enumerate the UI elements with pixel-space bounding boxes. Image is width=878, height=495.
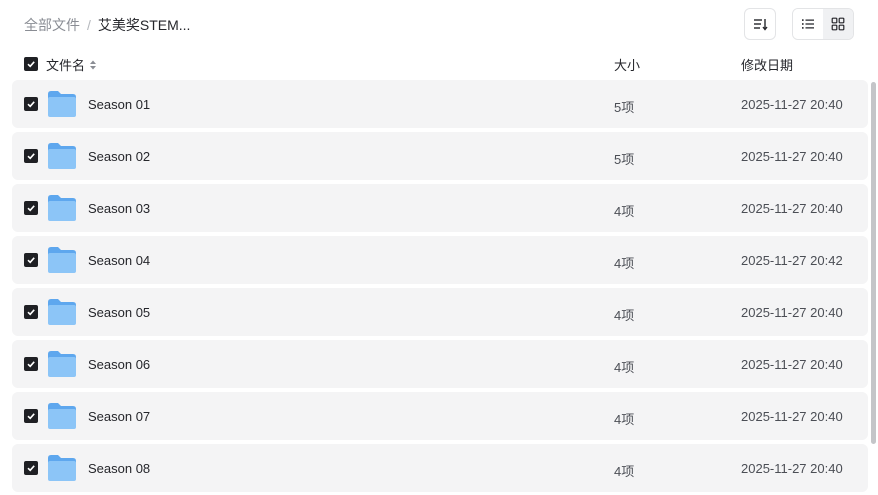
table-header: 文件名 大小 修改日期 xyxy=(0,52,868,76)
row-checkbox[interactable] xyxy=(24,149,38,163)
select-all-checkbox[interactable] xyxy=(24,57,38,71)
file-size: 5项 xyxy=(614,100,635,115)
row-checkbox[interactable] xyxy=(24,201,38,215)
table-row[interactable]: Season 02 5项 2025-11-27 20:40 xyxy=(12,132,868,180)
grid-view-button[interactable] xyxy=(823,9,853,39)
folder-icon xyxy=(48,91,76,117)
file-name: Season 05 xyxy=(88,305,151,320)
checkmark-icon xyxy=(27,309,35,316)
file-name: Season 06 xyxy=(88,357,151,372)
folder-icon xyxy=(48,455,76,481)
file-size: 4项 xyxy=(614,360,635,375)
checkmark-icon xyxy=(27,361,35,368)
file-size: 5项 xyxy=(614,152,635,167)
file-size: 4项 xyxy=(614,464,635,479)
checkmark-icon xyxy=(27,153,35,160)
name-column-label: 文件名 xyxy=(46,58,86,73)
modified-date: 2025-11-27 20:40 xyxy=(741,149,843,164)
checkmark-icon xyxy=(27,413,35,420)
top-bar: 全部文件 / 艾美奖STEM... xyxy=(0,0,878,48)
name-column-header[interactable]: 文件名 xyxy=(46,55,98,74)
list-view-button[interactable] xyxy=(793,9,823,39)
folder-icon xyxy=(48,195,76,221)
checkmark-icon xyxy=(27,257,35,264)
table-row[interactable]: Season 01 5项 2025-11-27 20:40 xyxy=(12,80,868,128)
vertical-scrollbar[interactable] xyxy=(871,82,876,444)
folder-icon xyxy=(48,299,76,325)
view-toggle xyxy=(792,8,854,40)
modified-column-header[interactable]: 修改日期 xyxy=(741,55,793,74)
checkmark-icon xyxy=(27,465,35,472)
modified-date: 2025-11-27 20:40 xyxy=(741,305,843,320)
file-size: 4项 xyxy=(614,204,635,219)
list-view-icon xyxy=(802,19,814,29)
file-list: Season 01 5项 2025-11-27 20:40 Season 02 … xyxy=(12,80,868,495)
modified-date: 2025-11-27 20:40 xyxy=(741,409,843,424)
row-checkbox[interactable] xyxy=(24,409,38,423)
checkmark-icon xyxy=(27,61,35,68)
sort-button[interactable] xyxy=(744,8,776,40)
folder-icon xyxy=(48,143,76,169)
modified-date: 2025-11-27 20:40 xyxy=(741,97,843,112)
file-name: Season 01 xyxy=(88,97,151,112)
folder-icon xyxy=(48,247,76,273)
row-checkbox[interactable] xyxy=(24,305,38,319)
breadcrumb-separator: / xyxy=(87,17,91,33)
breadcrumb: 全部文件 / 艾美奖STEM... xyxy=(24,15,190,35)
row-checkbox[interactable] xyxy=(24,357,38,371)
file-size: 4项 xyxy=(614,412,635,427)
file-size: 4项 xyxy=(614,308,635,323)
file-name: Season 02 xyxy=(88,149,151,164)
folder-icon xyxy=(48,351,76,377)
file-size: 4项 xyxy=(614,256,635,271)
folder-icon xyxy=(48,403,76,429)
file-name: Season 03 xyxy=(88,201,151,216)
size-column-header[interactable]: 大小 xyxy=(614,55,640,74)
sort-icon xyxy=(754,19,768,31)
breadcrumb-current: 艾美奖STEM... xyxy=(97,17,191,33)
table-row[interactable]: Season 08 4项 2025-11-27 20:40 xyxy=(12,444,868,492)
table-row[interactable]: Season 04 4项 2025-11-27 20:42 xyxy=(12,236,868,284)
table-row[interactable]: Season 06 4项 2025-11-27 20:40 xyxy=(12,340,868,388)
checkmark-icon xyxy=(27,101,35,108)
modified-date: 2025-11-27 20:40 xyxy=(741,201,843,216)
file-name: Season 07 xyxy=(88,409,151,424)
table-row[interactable]: Season 05 4项 2025-11-27 20:40 xyxy=(12,288,868,336)
table-row[interactable]: Season 03 4项 2025-11-27 20:40 xyxy=(12,184,868,232)
sort-toggle-icon xyxy=(90,60,97,69)
row-checkbox[interactable] xyxy=(24,461,38,475)
table-row[interactable]: Season 07 4项 2025-11-27 20:40 xyxy=(12,392,868,440)
file-name: Season 08 xyxy=(88,461,151,476)
file-name: Season 04 xyxy=(88,253,151,268)
modified-date: 2025-11-27 20:40 xyxy=(741,357,843,372)
row-checkbox[interactable] xyxy=(24,253,38,267)
modified-date: 2025-11-27 20:42 xyxy=(741,253,843,268)
checkmark-icon xyxy=(27,205,35,212)
modified-date: 2025-11-27 20:40 xyxy=(741,461,843,476)
grid-view-icon xyxy=(831,17,845,31)
breadcrumb-root-link[interactable]: 全部文件 xyxy=(24,15,80,35)
row-checkbox[interactable] xyxy=(24,97,38,111)
